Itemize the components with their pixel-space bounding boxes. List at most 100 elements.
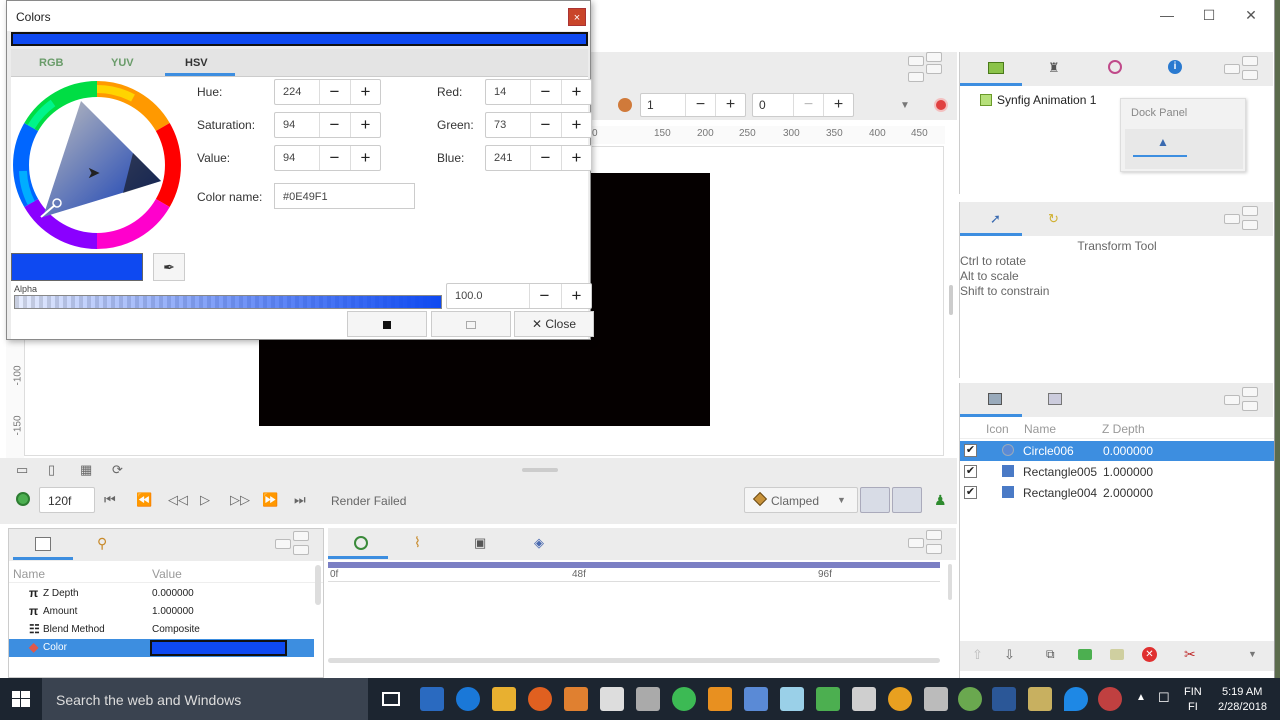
vertical-scrollbar[interactable] — [949, 285, 953, 315]
dock-panel-preview[interactable]: Dock Panel ▲ — [1120, 98, 1246, 172]
synfig-icon[interactable] — [1028, 687, 1052, 711]
param-row-amount[interactable]: π Amount 1.000000 — [9, 603, 314, 621]
increment-button[interactable]: + — [823, 94, 853, 116]
lower-layer-icon[interactable]: ⇩ — [1004, 647, 1015, 663]
dock-handle[interactable] — [908, 72, 924, 82]
value-spinner[interactable]: 94 − + — [274, 145, 381, 171]
decrement-button[interactable]: − — [685, 94, 715, 116]
params-tab-icon[interactable] — [35, 537, 51, 551]
increment-button[interactable]: + — [715, 94, 745, 116]
decrement-button[interactable]: − — [530, 80, 560, 104]
history-tab-icon[interactable]: ↻ — [1048, 211, 1059, 227]
increment-button[interactable]: + — [561, 146, 591, 170]
dock-handle[interactable] — [1242, 387, 1258, 397]
param-value[interactable]: 0.000000 — [152, 588, 194, 599]
horizontal-scrollbar[interactable] — [522, 468, 558, 472]
app-icon[interactable] — [1098, 687, 1122, 711]
layer-row-rectangle005[interactable]: ✔ Rectangle005 1.000000 — [960, 462, 1274, 482]
alpha-slider[interactable] — [14, 295, 442, 309]
chrome-icon[interactable] — [672, 687, 696, 711]
app-icon[interactable] — [780, 687, 804, 711]
param-row-blend-method[interactable]: ☷ Blend Method Composite — [9, 621, 314, 639]
app-icon[interactable] — [888, 687, 912, 711]
refresh-icon[interactable]: ⟳ — [112, 462, 123, 478]
decrement-button[interactable]: − — [529, 284, 559, 308]
past-onion-spinner[interactable]: 1 − + — [640, 93, 746, 117]
hue-value[interactable]: 224 — [283, 86, 301, 98]
past-keyframes-lock-button[interactable] — [860, 487, 890, 513]
increment-button[interactable]: + — [350, 80, 380, 104]
animation-mode-icon[interactable] — [16, 492, 30, 506]
layer-row-rectangle004[interactable]: ✔ Rectangle004 2.000000 — [960, 483, 1274, 503]
notification-icon[interactable]: ☐ — [1158, 690, 1170, 706]
dialog-close-icon[interactable]: × — [568, 8, 586, 26]
onion-skin-icon[interactable] — [618, 98, 632, 112]
param-value[interactable]: 1.000000 — [152, 606, 194, 617]
alpha-spinner[interactable]: 100.0 − + — [446, 283, 592, 309]
dock-handle[interactable] — [926, 52, 942, 62]
dock-handle[interactable] — [1224, 64, 1240, 74]
ungroup-layer-icon[interactable] — [1110, 649, 1124, 660]
tab-hsv[interactable]: HSV — [185, 57, 208, 69]
grid-icon[interactable]: ▦ — [80, 462, 92, 478]
layer-visibility-checkbox[interactable]: ✔ — [964, 444, 977, 457]
dock-handle[interactable] — [908, 538, 924, 548]
green-value[interactable]: 73 — [494, 119, 506, 131]
duplicate-layer-icon[interactable]: ⧉ — [1046, 647, 1055, 662]
dock-handle[interactable] — [1242, 56, 1258, 66]
windows-start-icon[interactable] — [12, 691, 30, 707]
red-value[interactable]: 14 — [494, 86, 506, 98]
set-fill-color-button[interactable] — [431, 311, 511, 337]
param-row-zdepth[interactable]: π Z Depth 0.000000 — [9, 585, 314, 603]
person-icon[interactable]: ♟ — [934, 492, 947, 509]
curves-tab-icon[interactable]: ⌇ — [414, 534, 421, 551]
seek-begin-icon[interactable]: ⏮ — [104, 492, 116, 508]
layers-tab-icon[interactable] — [988, 393, 1002, 405]
toggle-icon[interactable]: ▯ — [48, 462, 55, 478]
play-icon[interactable]: ▷ — [200, 492, 210, 508]
info-icon[interactable]: i — [1168, 60, 1182, 74]
layer-visibility-checkbox[interactable]: ✔ — [964, 465, 977, 478]
tab-rgb[interactable]: RGB — [39, 57, 63, 69]
blue-spinner[interactable]: 241 − + — [485, 145, 592, 171]
clock-time[interactable]: 5:19 AM — [1222, 686, 1262, 698]
cut-icon[interactable]: ✂ — [1184, 646, 1196, 663]
dock-handle[interactable] — [293, 545, 309, 555]
canvas-browser-item[interactable]: Synfig Animation 1 — [997, 93, 1096, 107]
dock-handle[interactable] — [275, 539, 291, 549]
increment-button[interactable]: + — [350, 146, 380, 170]
dock-handle[interactable] — [293, 531, 309, 541]
decrement-button[interactable]: − — [319, 146, 349, 170]
column-name[interactable]: Name — [13, 567, 45, 581]
dock-handle[interactable] — [1242, 206, 1258, 216]
dock-handle[interactable] — [1242, 70, 1258, 80]
interpolation-select[interactable]: Clamped ▼ — [744, 487, 858, 513]
red-spinner[interactable]: 14 − + — [485, 79, 592, 105]
decrement-button[interactable]: − — [319, 113, 349, 137]
app-icon[interactable] — [744, 687, 768, 711]
app-icon[interactable] — [1064, 687, 1088, 711]
column-name[interactable]: Name — [1024, 422, 1056, 436]
language-indicator[interactable]: FIN — [1184, 686, 1202, 698]
library-layers-tab-icon[interactable] — [1048, 393, 1062, 405]
color-value-swatch[interactable] — [150, 640, 287, 656]
column-value[interactable]: Value — [152, 567, 182, 581]
timetrack-scrollbar[interactable] — [328, 658, 940, 663]
decrement-button[interactable]: − — [319, 80, 349, 104]
value-value[interactable]: 94 — [283, 152, 295, 164]
time-ruler[interactable]: 0f 48f 96f — [328, 568, 940, 582]
file-explorer-icon[interactable] — [492, 687, 516, 711]
column-zdepth[interactable]: Z Depth — [1102, 422, 1145, 436]
group-layer-icon[interactable] — [1078, 649, 1092, 660]
seek-end-icon[interactable]: ⏭ — [294, 492, 306, 508]
future-keyframes-lock-button[interactable] — [892, 487, 922, 513]
app-icon[interactable] — [636, 687, 660, 711]
saturation-value[interactable]: 94 — [283, 119, 295, 131]
taskbar-search-box[interactable]: Search the web and Windows — [42, 678, 368, 720]
param-value[interactable]: Composite — [152, 624, 200, 635]
maximize-button[interactable]: ☐ — [1187, 4, 1231, 26]
close-button[interactable]: ✕ Close — [514, 311, 594, 337]
chevron-down-icon[interactable]: ▼ — [900, 100, 910, 111]
app-icon[interactable] — [958, 687, 982, 711]
record-icon[interactable] — [934, 98, 948, 112]
